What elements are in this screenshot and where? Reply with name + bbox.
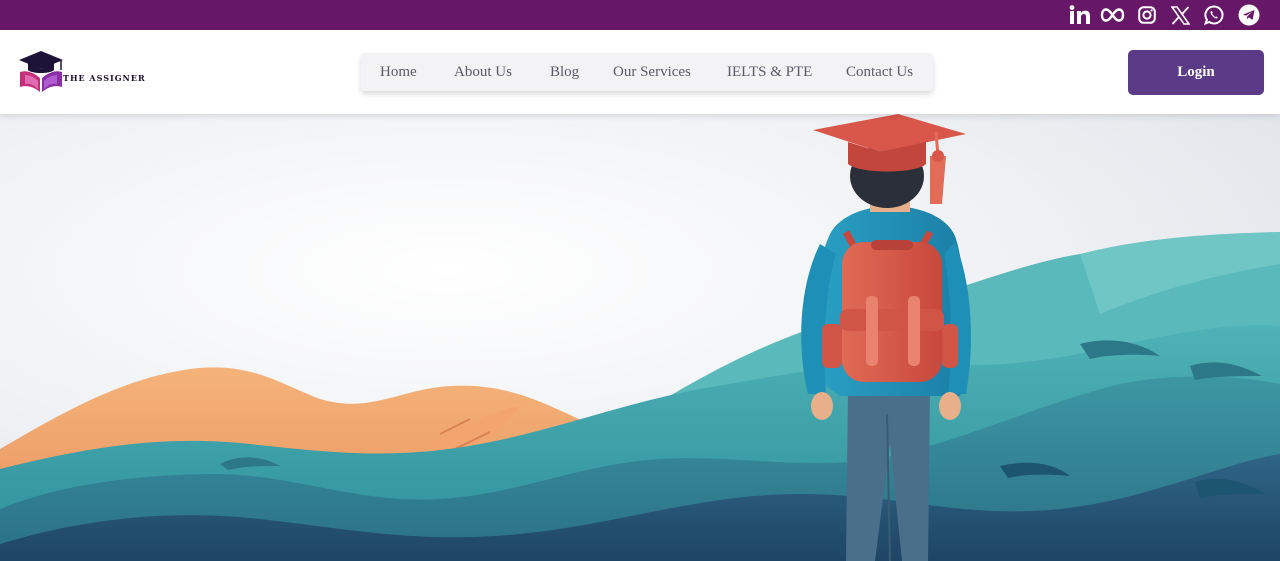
brand-name: THE ASSIGNER	[63, 73, 146, 83]
brand-logo[interactable]	[16, 48, 166, 96]
nav-our-services[interactable]: Our Services	[613, 53, 691, 91]
site-header: THE ASSIGNER Home About Us Blog Our Serv…	[0, 30, 1280, 114]
nav-about-us[interactable]: About Us	[454, 53, 512, 91]
login-button[interactable]: Login	[1128, 50, 1264, 95]
whatsapp-icon[interactable]	[1203, 4, 1225, 26]
meta-icon[interactable]	[1099, 4, 1125, 26]
nav-contact-us[interactable]: Contact Us	[846, 53, 913, 91]
social-topbar	[0, 0, 1280, 30]
nav-blog[interactable]: Blog	[550, 53, 579, 91]
student-illustration	[0, 114, 1280, 561]
linkedin-icon[interactable]	[1068, 4, 1092, 26]
instagram-icon[interactable]	[1136, 4, 1158, 26]
nav-ielts-pte[interactable]: IELTS & PTE	[727, 53, 812, 91]
nav-home[interactable]: Home	[380, 53, 417, 91]
x-twitter-icon[interactable]	[1169, 4, 1191, 26]
main-nav: Home About Us Blog Our Services IELTS & …	[361, 53, 933, 91]
hero-banner-image	[0, 114, 1280, 561]
telegram-icon[interactable]	[1237, 4, 1261, 26]
